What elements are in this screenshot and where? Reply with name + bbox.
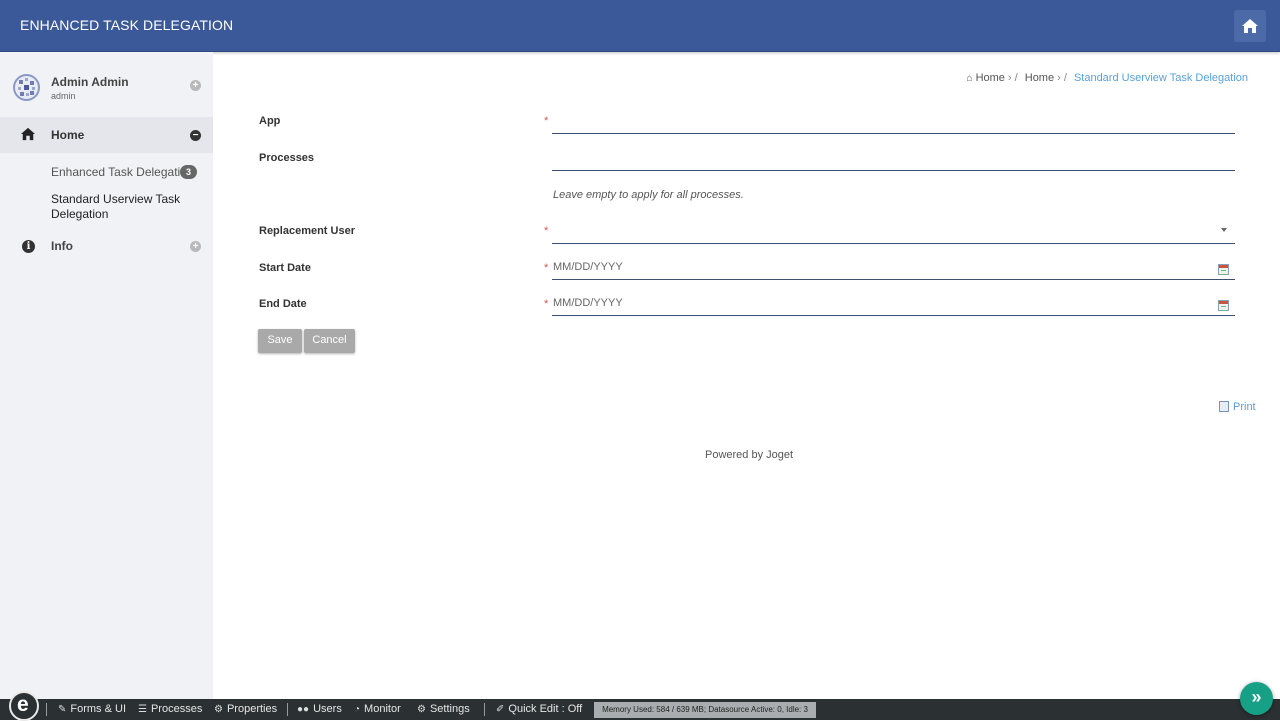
properties-button[interactable]: ⚙ Properties	[214, 703, 277, 715]
expand-fab-button[interactable]: »	[1240, 682, 1273, 715]
users-icon: ●●	[297, 704, 310, 715]
home-icon: ⌂	[966, 73, 973, 84]
replacement-user-label: Replacement User	[259, 225, 355, 237]
processes-field[interactable]	[552, 147, 1235, 171]
sidebar: Admin Admin admin + Home − Enhanced Task…	[0, 52, 213, 699]
users-button[interactable]: ●● Users	[297, 703, 342, 715]
end-date-placeholder: MM/DD/YYYY	[553, 297, 623, 309]
home-icon	[1242, 19, 1258, 33]
cogs-icon: ⚙	[417, 704, 426, 715]
divider	[287, 703, 288, 716]
expand-plus-icon[interactable]: +	[190, 80, 201, 91]
joget-logo-icon[interactable]	[9, 691, 39, 721]
double-chevron-right-icon: »	[1251, 687, 1262, 707]
sidebar-item-standard-userview-task-delegation[interactable]: Standard Userview Task Delegation	[51, 192, 191, 222]
quick-edit-toggle[interactable]: ✐ Quick Edit : Off	[496, 703, 582, 715]
sidebar-item-label: Home	[51, 128, 85, 142]
processes-button[interactable]: ☰ Processes	[138, 703, 202, 715]
gear-icon: ⚙	[214, 704, 223, 715]
app-field[interactable]	[552, 110, 1235, 134]
profile-username: admin	[51, 91, 76, 101]
required-mark: *	[544, 225, 549, 237]
home-icon	[21, 127, 35, 141]
dropdown-arrow-icon	[1221, 228, 1227, 232]
forms-ui-button[interactable]: ✎ Forms & UI	[58, 703, 126, 715]
top-header: ENHANCED TASK DELEGATION	[0, 0, 1280, 52]
paintbrush-icon: ✐	[496, 704, 505, 715]
end-date-label: End Date	[259, 298, 307, 310]
sidebar-item-home[interactable]: Home −	[0, 117, 213, 153]
calendar-icon[interactable]	[1218, 300, 1229, 311]
print-icon	[1219, 401, 1229, 412]
end-date-field[interactable]: MM/DD/YYYY	[552, 292, 1235, 316]
user-profile[interactable]: Admin Admin admin +	[0, 52, 213, 117]
start-date-field[interactable]: MM/DD/YYYY	[552, 256, 1235, 280]
replacement-user-select[interactable]	[552, 220, 1235, 244]
sidebar-item-info[interactable]: i Info +	[0, 234, 213, 258]
settings-button[interactable]: ⚙ Settings	[417, 703, 470, 715]
cancel-button[interactable]: Cancel	[304, 329, 355, 353]
required-mark: *	[544, 115, 549, 127]
divider	[484, 703, 485, 716]
start-date-label: Start Date	[259, 262, 311, 274]
dashboard-icon: ◔	[354, 704, 361, 715]
print-label: Print	[1233, 401, 1256, 413]
processes-label: Processes	[259, 152, 315, 164]
app-title[interactable]: ENHANCED TASK DELEGATION	[20, 17, 233, 33]
divider	[46, 703, 47, 716]
info-icon: i	[22, 240, 35, 253]
breadcrumb-home-link-2[interactable]: Home	[1025, 72, 1054, 84]
avatar	[13, 74, 40, 101]
app-label: App	[259, 115, 281, 127]
memory-status: Memory Used: 584 / 639 MB; Datasource Ac…	[594, 702, 816, 718]
profile-name: Admin Admin	[51, 75, 129, 89]
start-date-placeholder: MM/DD/YYYY	[553, 261, 623, 273]
edit-icon: ✎	[58, 704, 67, 715]
count-badge: 3	[180, 165, 197, 179]
breadcrumb-home-link[interactable]: Home	[976, 72, 1005, 84]
save-button[interactable]: Save	[258, 329, 302, 353]
breadcrumb: ⌂ Home › / Home › / Standard Userview Task…	[966, 72, 1248, 84]
breadcrumb-current[interactable]: Standard Userview Task Delegation	[1074, 72, 1248, 84]
sidebar-item-enhanced-task-delegation[interactable]: Enhanced Task Delegation	[51, 165, 194, 180]
monitor-button[interactable]: ◔ Monitor	[354, 703, 401, 715]
collapse-minus-icon[interactable]: −	[190, 130, 201, 141]
processes-hint: Leave empty to apply for all processes.	[553, 189, 744, 201]
print-link[interactable]: Print	[1219, 401, 1256, 413]
admin-bar: ✎Forms & UI ☰Processes ⚙Properties ●●Use…	[0, 691, 1280, 721]
calendar-icon[interactable]	[1218, 264, 1229, 275]
required-mark: *	[544, 298, 549, 310]
home-button[interactable]	[1234, 10, 1266, 42]
list-icon: ☰	[138, 704, 147, 715]
expand-plus-icon[interactable]: +	[190, 241, 201, 252]
sidebar-item-label: Info	[51, 239, 73, 253]
required-mark: *	[544, 262, 549, 274]
powered-by: Powered by Joget	[705, 449, 794, 461]
